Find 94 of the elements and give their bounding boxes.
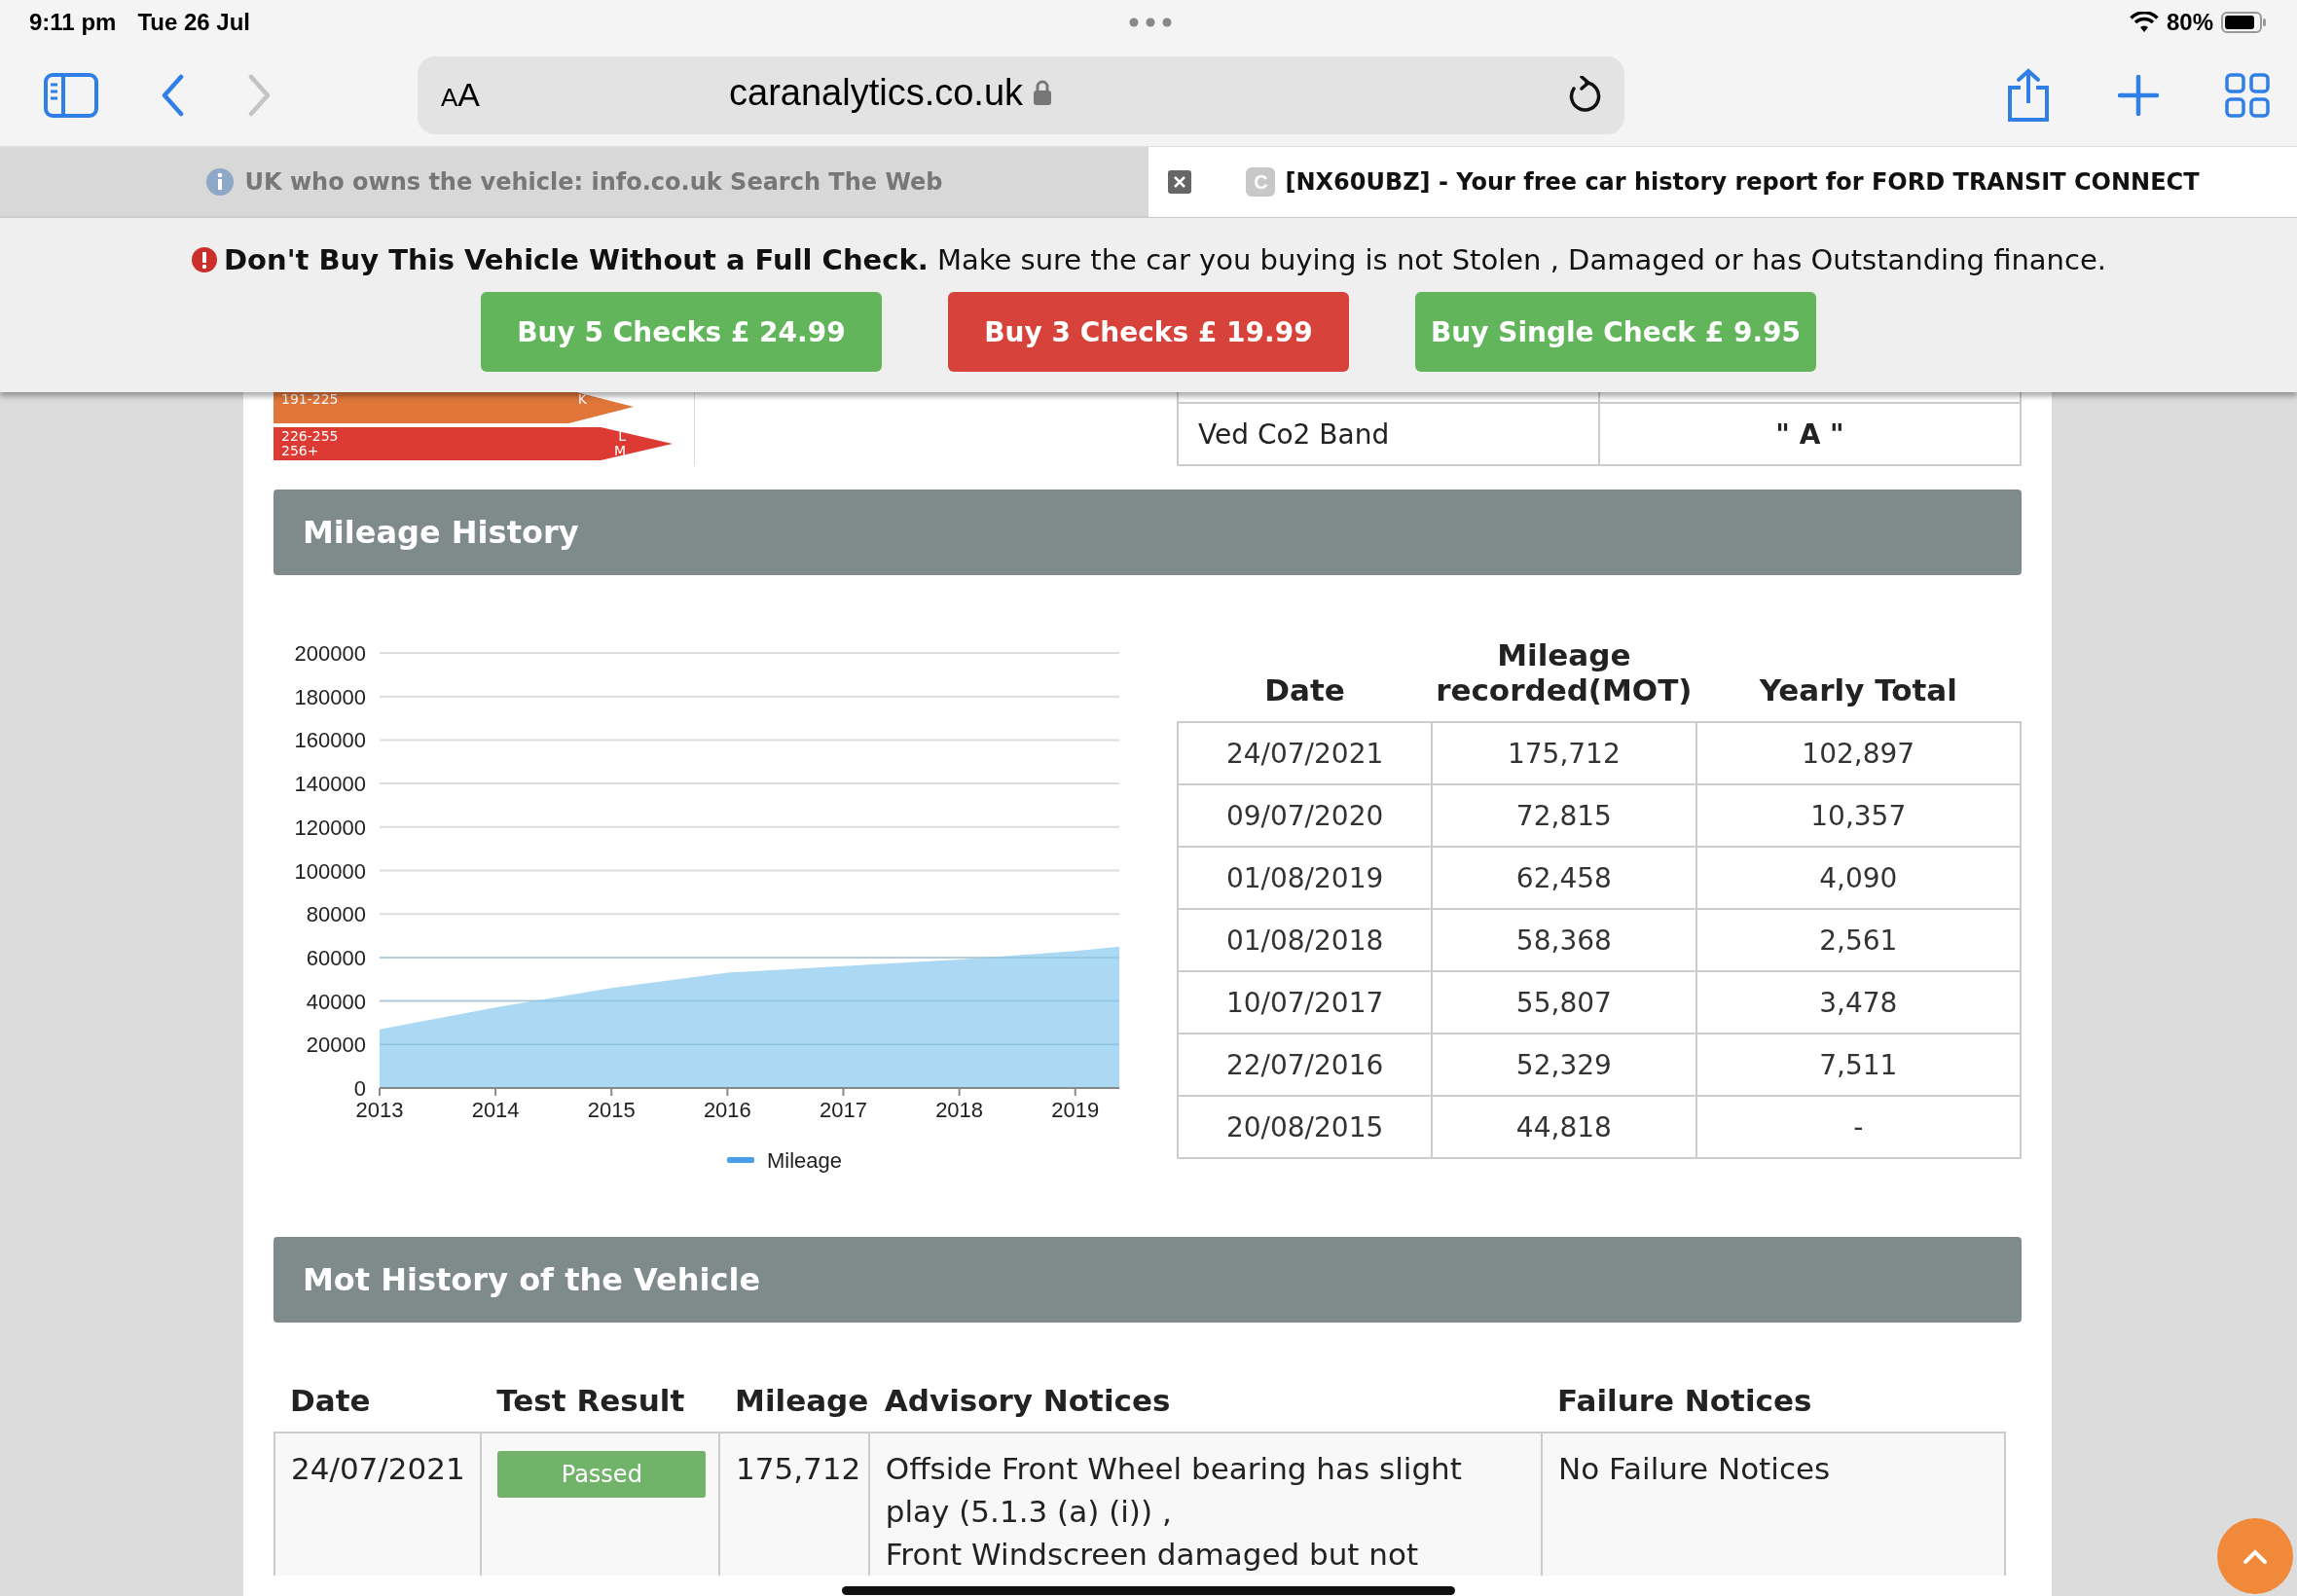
x-tick-label: 2015 (587, 1098, 636, 1122)
table-cell: 3,478 (1695, 971, 2021, 1034)
sidebar-button[interactable] (44, 72, 98, 118)
table-cell: 01/08/2018 (1178, 909, 1433, 971)
table-cell: 175,712 (1432, 722, 1696, 784)
buy-button[interactable]: Buy Single Check £ 9.95 (1415, 292, 1816, 372)
wifi-icon (2129, 11, 2159, 33)
share-button[interactable] (2005, 67, 2052, 123)
status-date: Tue 26 Jul (137, 8, 250, 36)
column-header: Yearly Total (1695, 624, 2021, 722)
battery-percentage: 80% (2166, 8, 2213, 36)
advisory-notice: Front Windscreen damaged but not (885, 1536, 1420, 1574)
advisory-notice: Offside Front Wheel bearing has slight play (5.1.3 (a) (i)) , (885, 1450, 1463, 1531)
new-tab-button[interactable] (2118, 74, 2159, 116)
lock-icon (1033, 79, 1052, 106)
band-letter: M (613, 444, 626, 458)
table-cell: 62,458 (1432, 847, 1696, 909)
table-cell: No Failure Notices (1542, 1433, 2005, 1576)
table-cell: 09/07/2020 (1178, 784, 1433, 847)
table-cell: 2,561 (1695, 909, 2021, 971)
legend-swatch (727, 1157, 754, 1163)
sidebar-icon (44, 72, 98, 118)
table-cell: 58,368 (1432, 909, 1696, 971)
column-header: Mileage (719, 1383, 869, 1433)
table-cell: 7,511 (1695, 1034, 2021, 1096)
column-header: Test Result (481, 1383, 720, 1433)
y-tick-label: 0 (353, 1076, 366, 1101)
address-bar[interactable]: AA caranalytics.co.uk (418, 55, 1624, 134)
table-cell: " A " (1599, 403, 2021, 465)
table-cell: 44,818 (1432, 1096, 1696, 1158)
section-header: Mot History of the Vehicle (273, 1237, 2022, 1323)
buy-button[interactable]: Buy 5 Checks £ 24.99 (481, 292, 882, 372)
chevron-right-icon (248, 73, 272, 117)
section-header: Mileage History (273, 490, 2022, 575)
multitasking-dots-icon[interactable] (1129, 18, 1172, 27)
x-tick-label: 2017 (820, 1098, 867, 1122)
table-cell: 10/07/2017 (1178, 971, 1433, 1034)
info-icon (205, 167, 236, 197)
x-tick-label: 2013 (355, 1098, 404, 1122)
plus-icon (2118, 74, 2159, 116)
legend-label: Mileage (767, 1148, 843, 1173)
table-cell: 01/08/2019 (1178, 847, 1433, 909)
table-cell: 24/07/2021 (1178, 722, 1433, 784)
chevron-left-icon (161, 73, 184, 117)
band-letter: K (577, 392, 587, 407)
tab-overview-button[interactable] (2225, 72, 2270, 118)
column-header: Mileage recorded(MOT) (1432, 624, 1696, 722)
close-tab-icon[interactable] (1168, 170, 1191, 194)
y-tick-label: 120000 (294, 815, 366, 840)
table-cell: 175,712 (719, 1433, 869, 1576)
table-cell: 55,807 (1432, 971, 1696, 1034)
column-header: Failure Notices (1542, 1383, 2005, 1433)
y-tick-label: 200000 (294, 641, 366, 666)
text-size-button[interactable]: AA (441, 76, 481, 114)
alert-icon (191, 246, 219, 273)
band-range: 256+ (281, 444, 320, 458)
y-tick-label: 20000 (306, 1033, 366, 1058)
x-tick-label: 2014 (471, 1098, 520, 1122)
battery-icon (2221, 11, 2268, 33)
table-cell: Ved Co2 Band (1178, 403, 1599, 465)
table-cell: 4,090 (1695, 847, 2021, 909)
chevron-up-icon (2242, 1547, 2268, 1565)
band-range: 191-225 (281, 392, 339, 407)
warning-message: Don't Buy This Vehicle Without a Full Check. Make sure the car you buying is not Stolen , Damaged or has Outstanding finance. (224, 243, 2106, 276)
column-header: Date (1178, 624, 1433, 722)
back-button[interactable] (161, 73, 184, 117)
band-range: 226-255 (281, 429, 339, 444)
y-tick-label: 60000 (306, 945, 366, 970)
table-cell: - (1695, 1096, 2021, 1158)
table-cell: 20/08/2015 (1178, 1096, 1433, 1158)
y-tick-label: 40000 (306, 989, 366, 1014)
table-cell: 72,815 (1432, 784, 1696, 847)
y-tick-label: 100000 (294, 858, 366, 884)
table-cell: 22/07/2016 (1178, 1034, 1433, 1096)
x-tick-label: 2016 (703, 1098, 751, 1122)
table-cell: 10,357 (1695, 784, 2021, 847)
x-tick-label: 2018 (935, 1098, 984, 1122)
url-text: caranalytics.co.uk (729, 71, 1023, 114)
result-badge: Passed (497, 1451, 707, 1498)
column-header: Date (274, 1383, 482, 1433)
x-tick-label: 2019 (1051, 1098, 1100, 1122)
table-cell: 52,329 (1432, 1034, 1696, 1096)
y-tick-label: 80000 (306, 902, 366, 927)
column-header: Advisory Notices (868, 1383, 1543, 1433)
grid-icon (2225, 72, 2270, 118)
band-letter: L (617, 429, 626, 444)
table-cell: 24/07/2021 (274, 1433, 482, 1576)
y-tick-label: 160000 (294, 728, 366, 753)
table-cell: 102,897 (1695, 722, 2021, 784)
share-icon (2005, 67, 2052, 123)
y-tick-label: 180000 (294, 684, 366, 709)
buy-button[interactable]: Buy 3 Checks £ 19.99 (948, 292, 1349, 372)
y-tick-label: 140000 (294, 772, 366, 797)
status-time: 9:11 pm (29, 8, 117, 36)
